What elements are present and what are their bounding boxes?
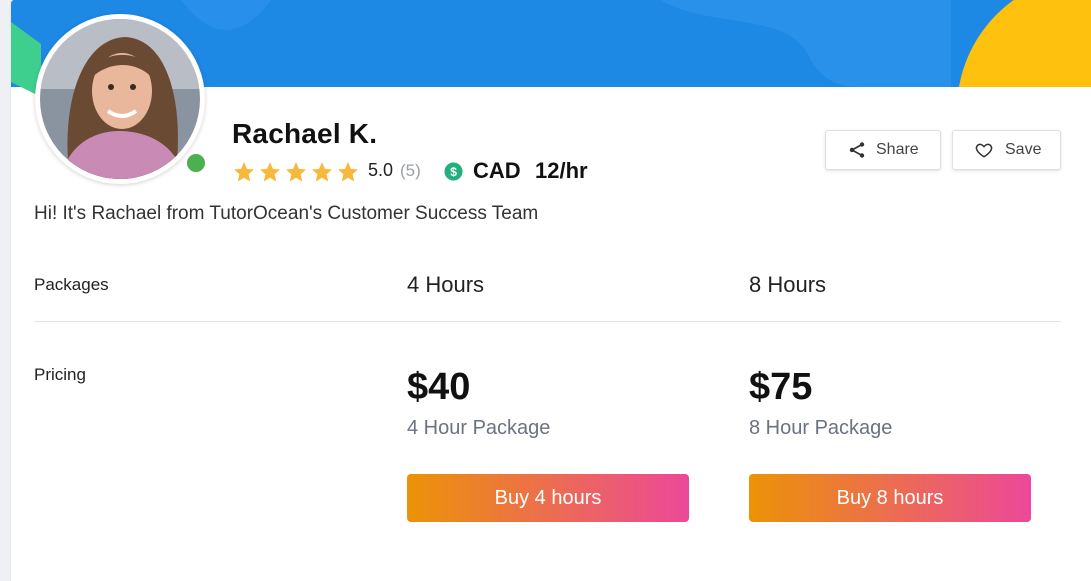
tutor-profile-card: Rachael K. 5.0 (5) $ CAD 12/hr Share Sav… bbox=[10, 0, 1091, 581]
svg-text:$: $ bbox=[450, 165, 457, 179]
pricing-row-label: Pricing bbox=[34, 365, 86, 384]
tutor-name: Rachael K. bbox=[232, 118, 378, 149]
package-subtitle: 4 Hour Package bbox=[407, 417, 551, 439]
package-price: $75 bbox=[749, 366, 813, 408]
share-button[interactable]: Share bbox=[825, 130, 941, 170]
share-icon bbox=[849, 142, 865, 158]
star-icon bbox=[338, 162, 358, 182]
online-status-indicator bbox=[184, 151, 208, 175]
tutor-bio: Hi! It's Rachael from TutorOcean's Custo… bbox=[34, 203, 539, 224]
divider bbox=[34, 321, 1061, 322]
avatar bbox=[35, 14, 208, 184]
save-button[interactable]: Save bbox=[952, 130, 1061, 170]
currency-code: CAD bbox=[473, 158, 521, 183]
package-title: 4 Hours bbox=[407, 272, 485, 297]
package-subtitle: 8 Hour Package bbox=[749, 417, 893, 439]
share-label: Share bbox=[876, 141, 919, 158]
buy-8-hours-button[interactable]: Buy 8 hours bbox=[749, 474, 1031, 522]
package-price: $40 bbox=[407, 366, 471, 408]
star-rating bbox=[232, 160, 360, 184]
heart-icon bbox=[975, 143, 993, 158]
rating-value: 5.0 bbox=[368, 160, 394, 180]
save-label: Save bbox=[1005, 141, 1042, 158]
packages-row-label: Packages bbox=[34, 275, 109, 294]
package-title: 8 Hours bbox=[749, 272, 827, 297]
star-icon bbox=[286, 162, 306, 182]
rating-count: (5) bbox=[400, 161, 421, 180]
star-icon bbox=[312, 162, 332, 182]
buy-4-hours-button[interactable]: Buy 4 hours bbox=[407, 474, 689, 522]
hourly-rate: 12/hr bbox=[535, 158, 588, 183]
star-icon bbox=[260, 162, 280, 182]
avatar-photo bbox=[40, 19, 200, 179]
dollar-icon: $ bbox=[444, 162, 463, 181]
star-icon bbox=[234, 162, 254, 182]
